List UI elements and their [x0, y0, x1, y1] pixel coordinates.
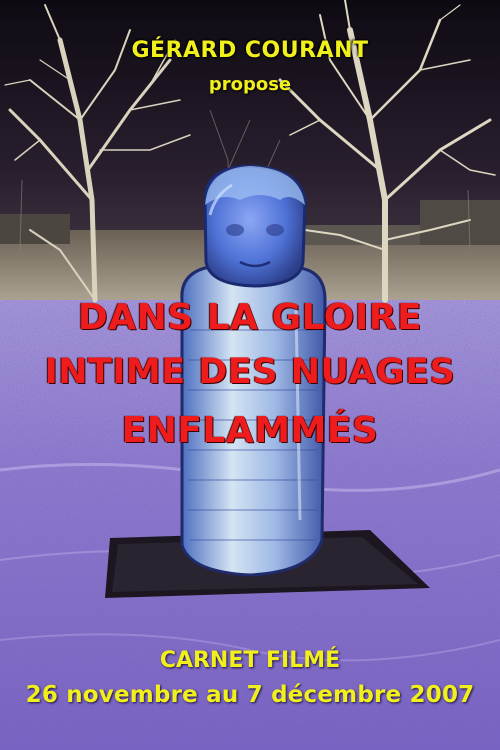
film-format-label: CARNET FILMÉ [159, 648, 341, 673]
director-credit: GÉRARD COURANT [131, 38, 369, 63]
film-title-line-1: DANS LA GLOIRE [77, 297, 423, 338]
film-title-line-3: ENFLAMMÉS [121, 410, 379, 451]
film-dates: 26 novembre au 7 décembre 2007 [25, 682, 475, 708]
film-title-line-2: INTIME DES NUAGES [44, 352, 456, 392]
presents-label: propose [208, 74, 292, 95]
film-poster: GÉRARD COURANT propose DANS LA GLOIRE IN… [0, 0, 500, 750]
